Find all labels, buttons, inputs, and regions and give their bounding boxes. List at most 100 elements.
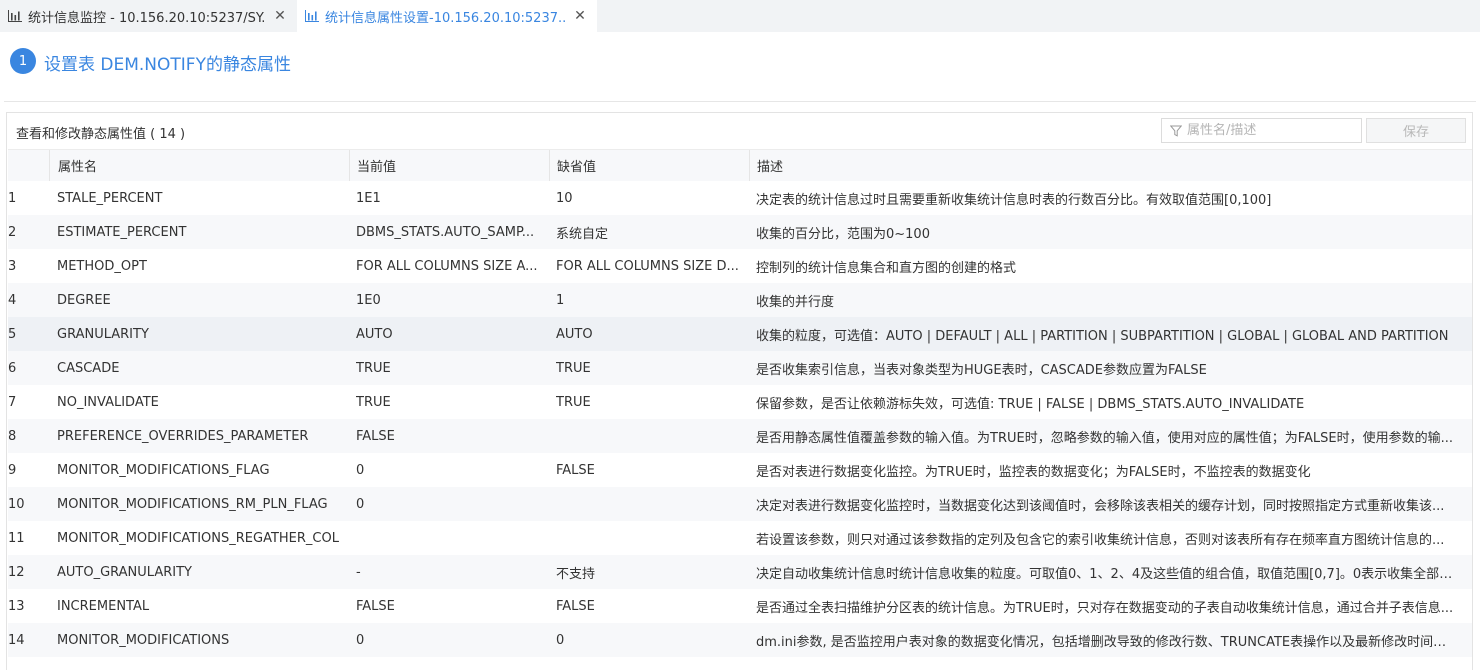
description-cell: 收集的百分比，范围为0~100 xyxy=(749,215,1454,249)
description-cell-text: 决定对表进行数据变化监控时，当数据变化达到该阈值时，会移除该表相关的缓存计划，同… xyxy=(756,498,1445,514)
attr-name-cell-text: MONITOR_MODIFICATIONS_RM_PLN_FLAG xyxy=(57,496,328,512)
current-value-cell[interactable]: FALSE xyxy=(349,419,539,453)
attr-name-cell: NO_INVALIDATE xyxy=(49,385,339,419)
page-title: 设置表 DEM.NOTIFY的静态属性 xyxy=(44,55,291,75)
attr-name-cell: STALE_PERCENT xyxy=(49,181,339,215)
row-index-text: 7 xyxy=(8,394,17,410)
filter-input[interactable] xyxy=(1187,123,1357,138)
table-row[interactable]: 1 STALE_PERCENT 1E1 10 决定表的统计信息过时且需要重新收集统计信息… xyxy=(8,181,1472,215)
attr-name-cell: GRANULARITY xyxy=(49,317,339,351)
current-value-cell[interactable]: TRUE xyxy=(349,385,539,419)
attr-name-cell: METHOD_OPT xyxy=(49,249,339,283)
default-value-cell: TRUE xyxy=(549,385,739,419)
table-row[interactable]: 13 INCREMENTAL FALSE FALSE 是否通过全表扫描维护分区表的统计信… xyxy=(8,589,1472,623)
row-index: 9 xyxy=(8,453,48,487)
close-icon[interactable]: ✕ xyxy=(573,8,587,24)
description-cell: 决定自动收集统计信息时统计信息收集的粒度。可取值0、1、2、4及这些值的组合值，… xyxy=(749,555,1454,589)
table-row[interactable]: 2 ESTIMATE_PERCENT DBMS_STATS.AUTO_SAMP...… xyxy=(8,215,1472,249)
current-value-cell-text: - xyxy=(356,564,361,580)
description-cell: 是否对表进行数据变化监控。为TRUE时，监控表的数据变化；为FALSE时，不监控… xyxy=(749,453,1454,487)
static-attr-panel: 查看和修改静态属性值 ( 14 ) 保存 属性名 当前值 缺省值 描述 1 STA… xyxy=(6,112,1473,670)
description-cell: 控制列的统计信息集合和直方图的创建的格式 xyxy=(749,249,1454,283)
header-attr-name[interactable]: 属性名 xyxy=(49,150,339,181)
row-index-text: 2 xyxy=(8,224,17,240)
table-row[interactable]: 6 CASCADE TRUE TRUE 是否收集索引信息，当表对象类型为HUGE表时，C… xyxy=(8,351,1472,385)
default-value-cell xyxy=(549,521,739,555)
row-index-text: 10 xyxy=(8,496,25,512)
row-index-text: 4 xyxy=(8,292,17,308)
bar-chart-icon xyxy=(305,10,319,22)
filter-icon xyxy=(1170,125,1182,137)
current-value-cell[interactable]: TRUE xyxy=(349,351,539,385)
tab-label: 统计信息属性设置-10.156.20.10:5237... xyxy=(325,10,565,26)
default-value-cell: 系统自定 xyxy=(549,215,739,249)
table-row[interactable]: 3 METHOD_OPT FOR ALL COLUMNS SIZE A... FOR … xyxy=(8,249,1472,283)
row-index: 1 xyxy=(8,181,48,215)
attr-name-cell: INCREMENTAL xyxy=(49,589,339,623)
current-value-cell-text: AUTO xyxy=(356,326,393,342)
tab-stats-monitor[interactable]: 统计信息监控 - 10.156.20.10:5237/SY... ✕ xyxy=(0,0,297,32)
tab-stats-attr-settings[interactable]: 统计信息属性设置-10.156.20.10:5237... ✕ xyxy=(297,0,597,32)
filter-box[interactable] xyxy=(1161,118,1362,143)
current-value-cell[interactable]: - xyxy=(349,555,539,589)
description-cell-text: 是否收集索引信息，当表对象类型为HUGE表时，CASCADE参数应置为FALSE xyxy=(756,362,1207,378)
header-index xyxy=(8,150,48,181)
row-index: 5 xyxy=(8,317,48,351)
current-value-cell[interactable]: 0 xyxy=(349,623,539,657)
table-row[interactable]: 10 MONITOR_MODIFICATIONS_RM_PLN_FLAG 0 决定对表… xyxy=(8,487,1472,521)
description-cell-text: 若设置该参数，则只对通过该参数指的定列及包含它的索引收集统计信息，否则对该表所有… xyxy=(756,532,1445,548)
current-value-cell-text: 1E0 xyxy=(356,292,381,308)
attr-name-cell-text: DEGREE xyxy=(57,292,111,308)
default-value-cell-text: FALSE xyxy=(556,598,595,614)
attr-name-cell-text: CASCADE xyxy=(57,360,120,376)
row-index-text: 14 xyxy=(8,632,25,648)
current-value-cell-text: 0 xyxy=(356,496,365,512)
description-cell-text: 控制列的统计信息集合和直方图的创建的格式 xyxy=(756,260,1017,276)
description-cell: dm.ini参数, 是否监控用户表对象的数据变化情况，包括增删改导致的修改行数、… xyxy=(749,623,1454,657)
row-index-text: 9 xyxy=(8,462,17,478)
current-value-cell[interactable]: DBMS_STATS.AUTO_SAMP... xyxy=(349,215,539,249)
table-row[interactable]: 8 PREFERENCE_OVERRIDES_PARAMETER FALSE 是否用静… xyxy=(8,419,1472,453)
table-row[interactable]: 11 MONITOR_MODIFICATIONS_REGATHER_COL 若设置该… xyxy=(8,521,1472,555)
current-value-cell[interactable]: 1E1 xyxy=(349,181,539,215)
description-cell: 若设置该参数，则只对通过该参数指的定列及包含它的索引收集统计信息，否则对该表所有… xyxy=(749,521,1454,555)
current-value-cell-text: 1E1 xyxy=(356,190,381,206)
attr-name-cell: MONITOR_MODIFICATIONS xyxy=(49,623,339,657)
save-button[interactable]: 保存 xyxy=(1366,118,1466,143)
table-row[interactable]: 9 MONITOR_MODIFICATIONS_FLAG 0 FALSE 是否对表进行数… xyxy=(8,453,1472,487)
default-value-cell-text: TRUE xyxy=(556,394,591,410)
table-row[interactable]: 7 NO_INVALIDATE TRUE TRUE 保留参数，是否让依赖游标失效，可选值… xyxy=(8,385,1472,419)
table-row[interactable]: 12 AUTO_GRANULARITY - 不支持 决定自动收集统计信息时统计信息收集的… xyxy=(8,555,1472,589)
description-cell-text: 是否通过全表扫描维护分区表的统计信息。为TRUE时，只对存在数据变动的子表自动收… xyxy=(756,600,1454,616)
row-index: 4 xyxy=(8,283,48,317)
row-index: 2 xyxy=(8,215,48,249)
header-default-value[interactable]: 缺省值 xyxy=(549,150,739,181)
current-value-cell[interactable]: FALSE xyxy=(349,589,539,623)
attr-name-cell: MONITOR_MODIFICATIONS_RM_PLN_FLAG xyxy=(49,487,339,521)
current-value-cell-text: FOR ALL COLUMNS SIZE A... xyxy=(356,258,538,274)
default-value-cell-text: FALSE xyxy=(556,462,595,478)
current-value-cell[interactable]: 0 xyxy=(349,487,539,521)
attr-name-cell-text: MONITOR_MODIFICATIONS_FLAG xyxy=(57,462,270,478)
table-row[interactable]: 5 GRANULARITY AUTO AUTO 收集的粒度，可选值：AUTO | DEF… xyxy=(8,317,1472,351)
current-value-cell[interactable]: AUTO xyxy=(349,317,539,351)
table-row[interactable]: 4 DEGREE 1E0 1 收集的并行度 xyxy=(8,283,1472,317)
description-cell-text: 收集的百分比，范围为0~100 xyxy=(756,226,930,242)
current-value-cell[interactable]: 1E0 xyxy=(349,283,539,317)
description-cell-text: 收集的并行度 xyxy=(756,294,835,310)
close-icon[interactable]: ✕ xyxy=(273,8,287,24)
current-value-cell-text: FALSE xyxy=(356,598,395,614)
current-value-cell[interactable]: 0 xyxy=(349,453,539,487)
header-description[interactable]: 描述 xyxy=(749,150,1454,181)
default-value-cell: FALSE xyxy=(549,589,739,623)
header-current-value[interactable]: 当前值 xyxy=(349,150,539,181)
current-value-cell[interactable]: FOR ALL COLUMNS SIZE A... xyxy=(349,249,539,283)
description-cell: 是否收集索引信息，当表对象类型为HUGE表时，CASCADE参数应置为FALSE xyxy=(749,351,1454,385)
row-index-text: 8 xyxy=(8,428,17,444)
attr-name-cell: DEGREE xyxy=(49,283,339,317)
attr-name-cell-text: STALE_PERCENT xyxy=(57,190,163,206)
table-header-row: 属性名 当前值 缺省值 描述 xyxy=(8,149,1472,181)
table-row[interactable]: 14 MONITOR_MODIFICATIONS 0 0 dm.ini参数, 是否监控用… xyxy=(8,623,1472,657)
current-value-cell[interactable] xyxy=(349,521,539,555)
row-index-text: 13 xyxy=(8,598,25,614)
